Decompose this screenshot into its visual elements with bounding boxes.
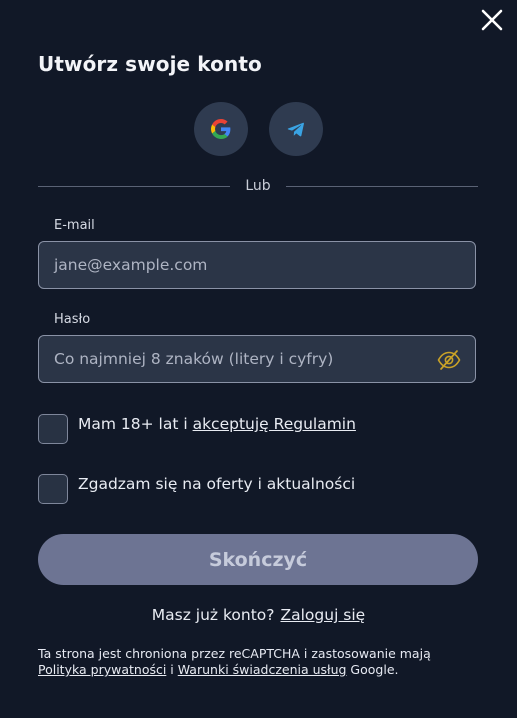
eye-off-icon[interactable] <box>437 348 461 372</box>
offers-checkbox[interactable] <box>38 474 68 504</box>
recaptcha-and: i <box>166 662 178 677</box>
page-title: Utwórz swoje konto <box>38 52 262 76</box>
password-label: Hasło <box>54 312 91 327</box>
age-terms-label: Mam 18+ lat i akceptuję Regulamin <box>78 415 356 433</box>
or-divider: Lub <box>38 178 478 194</box>
submit-button[interactable]: Skończyć <box>38 534 478 585</box>
recaptcha-text: Ta strona jest chroniona przez reCAPTCHA… <box>38 646 431 661</box>
telegram-signup-button[interactable] <box>269 102 323 156</box>
recaptcha-notice: Ta strona jest chroniona przez reCAPTCHA… <box>38 646 478 678</box>
terms-of-service-link[interactable]: Warunki świadczenia usług <box>178 662 347 677</box>
email-placeholder: jane@example.com <box>54 256 208 274</box>
password-placeholder: Co najmniej 8 znaków (litery i cyfry) <box>54 350 334 368</box>
email-field[interactable]: jane@example.com <box>38 241 476 289</box>
privacy-policy-link[interactable]: Polityka prywatności <box>38 662 166 677</box>
divider-line-right <box>286 186 478 187</box>
age-terms-checkbox[interactable] <box>38 414 68 444</box>
login-question: Masz już konto? <box>151 606 275 624</box>
offers-label: Zgadzam się na oferty i aktualności <box>78 475 356 493</box>
email-label: E-mail <box>54 218 95 233</box>
terms-link[interactable]: akceptuję Regulamin <box>193 415 356 433</box>
close-icon <box>481 9 503 31</box>
google-signup-button[interactable] <box>194 102 248 156</box>
telegram-icon <box>287 122 304 137</box>
recaptcha-google: Google. <box>346 662 399 677</box>
login-link[interactable]: Zaloguj się <box>281 606 366 624</box>
login-prompt: Masz już konto? Zaloguj się <box>0 606 517 624</box>
close-button[interactable] <box>479 7 505 33</box>
password-field[interactable]: Co najmniej 8 znaków (litery i cyfry) <box>38 335 476 383</box>
google-icon <box>211 119 231 139</box>
age-terms-text: Mam 18+ lat i <box>78 415 193 433</box>
